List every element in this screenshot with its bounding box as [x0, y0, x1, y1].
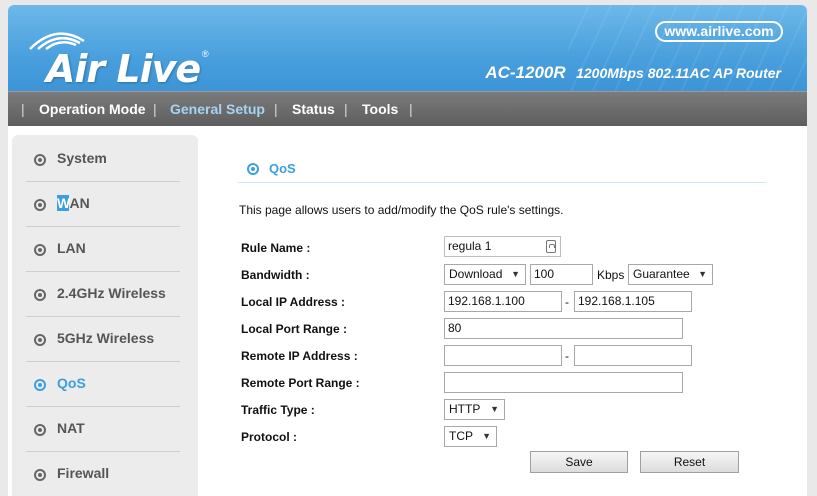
save-button[interactable]: Save	[530, 451, 628, 473]
sidebar-item-label: NAT	[57, 420, 85, 436]
traffic-type-value: HTTP	[449, 402, 481, 416]
chevron-down-icon: ▼	[511, 269, 520, 279]
sidebar-item-5ghz-wireless[interactable]: 5GHz Wireless	[26, 317, 180, 362]
sidebar-item-label: 5GHz Wireless	[57, 330, 155, 346]
nav-separator: |	[21, 101, 25, 117]
nav-status[interactable]: Status	[292, 92, 335, 127]
nav-tools[interactable]: Tools	[362, 92, 398, 127]
section-header: QoS	[238, 159, 766, 183]
radio-bullet-icon	[34, 199, 46, 211]
bandwidth-mode-select[interactable]: Guarantee ▼	[628, 264, 713, 285]
logo-text: Air Live	[46, 47, 201, 91]
sidebar-item-lan[interactable]: LAN	[26, 227, 180, 272]
protocol-select[interactable]: TCP ▼	[444, 426, 497, 447]
section-title: QoS	[269, 161, 296, 176]
top-nav: | Operation Mode | General Setup | Statu…	[8, 91, 807, 126]
website-link[interactable]: www.airlive.com	[655, 21, 783, 42]
sidebar-item-label: WAN	[57, 195, 90, 211]
reset-button[interactable]: Reset	[640, 451, 739, 473]
radio-bullet-icon	[247, 163, 259, 175]
router-admin-window: Air Live ® www.airlive.com AC-1200R 1200…	[8, 5, 807, 496]
bandwidth-label: Bandwidth :	[241, 268, 310, 282]
sidebar-item-wan[interactable]: WAN	[26, 182, 180, 227]
protocol-label: Protocol :	[241, 430, 297, 444]
text-selection-highlight: W	[57, 195, 70, 211]
traffic-type-select[interactable]: HTTP ▼	[444, 399, 505, 420]
radio-bullet-icon	[34, 379, 46, 391]
sidebar-item-qos[interactable]: QoS	[26, 362, 180, 407]
nav-operation-mode[interactable]: Operation Mode	[39, 92, 146, 127]
radio-bullet-icon	[34, 469, 46, 481]
bandwidth-direction-select[interactable]: Download ▼	[444, 264, 526, 285]
local-ip-end-input[interactable]: 192.168.1.105	[574, 291, 692, 312]
password-manager-icon[interactable]	[546, 240, 556, 253]
model-description: 1200Mbps 802.11AC AP Router	[576, 65, 781, 81]
airlive-logo: Air Live ®	[29, 27, 219, 91]
range-separator: -	[565, 295, 569, 309]
nav-separator: |	[409, 101, 413, 117]
remote-ip-start-input[interactable]	[444, 345, 562, 366]
bandwidth-value: 100	[534, 267, 555, 281]
page-description: This page allows users to add/modify the…	[239, 203, 564, 217]
radio-bullet-icon	[34, 154, 46, 166]
remote-ip-end-input[interactable]	[574, 345, 692, 366]
header-banner: Air Live ® www.airlive.com AC-1200R 1200…	[8, 5, 807, 91]
sidebar-item-system[interactable]: System	[26, 137, 180, 182]
sidebar-item-firewall[interactable]: Firewall	[26, 452, 180, 496]
nav-separator: |	[153, 101, 157, 117]
local-port-label: Local Port Range :	[241, 322, 348, 336]
chevron-down-icon: ▼	[698, 269, 707, 279]
sidebar-item-2-4ghz-wireless[interactable]: 2.4GHz Wireless	[26, 272, 180, 317]
rule-name-value: regula 1	[448, 239, 492, 253]
local-ip-end-value: 192.168.1.105	[578, 294, 655, 308]
registered-mark: ®	[202, 49, 209, 59]
sidebar: System WAN LAN 2.4GHz Wireless 5GHz Wire…	[12, 135, 198, 496]
local-ip-start-input[interactable]: 192.168.1.100	[444, 291, 562, 312]
radio-bullet-icon	[34, 424, 46, 436]
nav-separator: |	[344, 101, 348, 117]
sidebar-item-label: QoS	[57, 375, 86, 391]
remote-port-label: Remote Port Range :	[241, 376, 360, 390]
traffic-type-label: Traffic Type :	[241, 403, 315, 417]
chevron-down-icon: ▼	[490, 404, 499, 414]
bandwidth-unit-label: Kbps	[597, 268, 625, 282]
rule-name-label: Rule Name :	[241, 241, 311, 255]
sidebar-item-nat[interactable]: NAT	[26, 407, 180, 452]
range-separator: -	[565, 349, 569, 363]
chevron-down-icon: ▼	[482, 431, 491, 441]
bandwidth-mode-value: Guarantee	[633, 267, 690, 281]
protocol-value: TCP	[449, 429, 473, 443]
sidebar-item-label-rest: AN	[69, 195, 90, 211]
radio-bullet-icon	[34, 334, 46, 346]
radio-bullet-icon	[34, 289, 46, 301]
nav-separator: |	[274, 101, 278, 117]
local-ip-start-value: 192.168.1.100	[448, 294, 525, 308]
model-name: AC-1200R	[485, 63, 566, 82]
radio-bullet-icon	[34, 244, 46, 256]
local-port-value: 80	[448, 321, 462, 335]
remote-port-input[interactable]	[444, 372, 683, 393]
remote-ip-label: Remote IP Address :	[241, 349, 358, 363]
sidebar-item-label: System	[57, 150, 107, 166]
bandwidth-value-input[interactable]: 100	[530, 264, 593, 285]
sidebar-item-label: LAN	[57, 240, 86, 256]
sidebar-item-label: 2.4GHz Wireless	[57, 285, 166, 301]
model-info: AC-1200R 1200Mbps 802.11AC AP Router	[485, 63, 781, 83]
local-port-input[interactable]: 80	[444, 318, 683, 339]
nav-general-setup[interactable]: General Setup	[170, 92, 265, 127]
local-ip-label: Local IP Address :	[241, 295, 346, 309]
sidebar-item-label: Firewall	[57, 465, 110, 481]
bandwidth-direction-value: Download	[449, 267, 503, 281]
rule-name-input[interactable]: regula 1	[444, 236, 561, 257]
